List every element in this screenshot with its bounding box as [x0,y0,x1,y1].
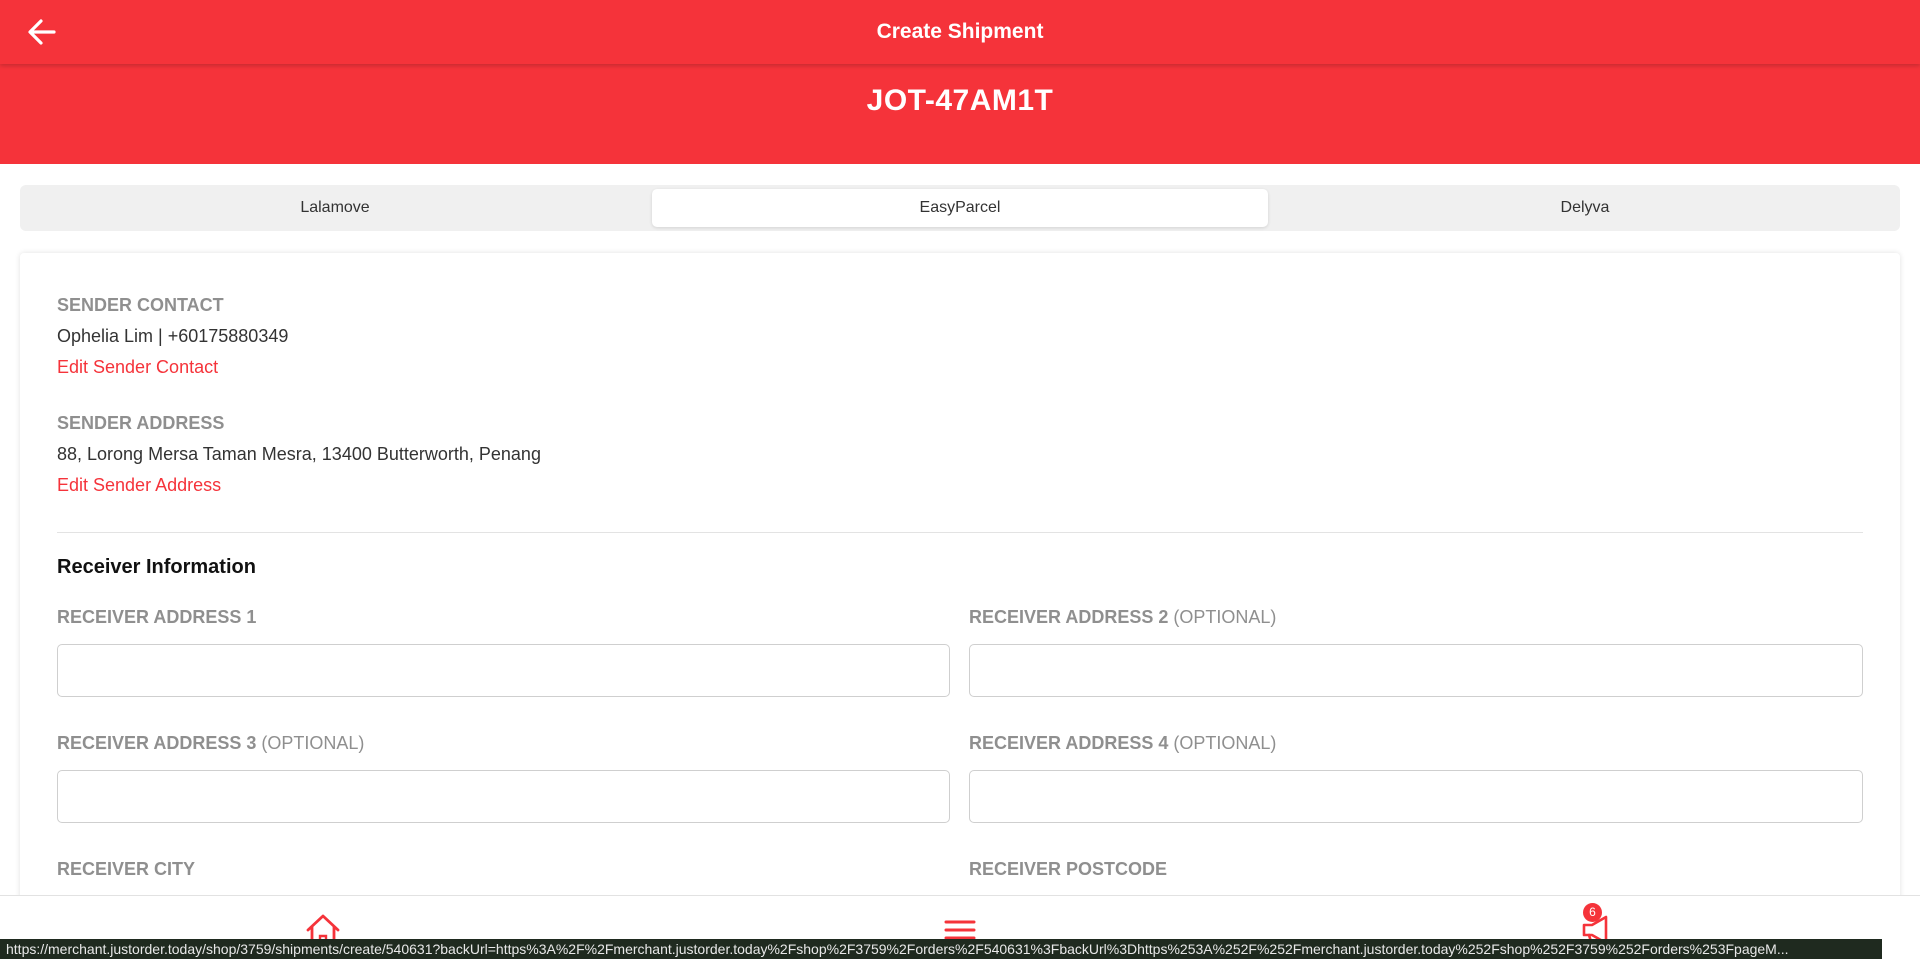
order-banner: JOT-47AM1T [0,64,1920,164]
sender-contact-label: SENDER CONTACT [57,295,224,315]
shipment-form-card: SENDER CONTACT Ophelia Lim | +6017588034… [20,253,1900,959]
receiver-address-1-input[interactable] [57,644,950,697]
receiver-address-3-label: RECEIVER ADDRESS 3 (OPTIONAL) [57,733,364,754]
receiver-address-3-input[interactable] [57,770,950,823]
receiver-address-2-label: RECEIVER ADDRESS 2 (OPTIONAL) [969,607,1276,628]
receiver-section-title: Receiver Information [57,556,256,578]
receiver-address-3-label-text: RECEIVER ADDRESS 3 [57,733,257,753]
edit-sender-contact-link[interactable]: Edit Sender Contact [57,357,218,378]
receiver-address-2-label-text: RECEIVER ADDRESS 2 [969,607,1169,627]
sender-address-label: SENDER ADDRESS [57,413,225,433]
sender-contact-value: Ophelia Lim | +60175880349 [57,326,289,346]
browser-status-url: https://merchant.justorder.today/shop/37… [0,939,1882,959]
sender-address-value: 88, Lorong Mersa Taman Mesra, 13400 Butt… [57,444,541,464]
receiver-address-4-input[interactable] [969,770,1863,823]
receiver-address-4-label-text: RECEIVER ADDRESS 4 [969,733,1169,753]
divider [57,532,1863,533]
tab-easyparcel[interactable]: EasyParcel [652,189,1268,227]
receiver-address-2-input[interactable] [969,644,1863,697]
receiver-address-4-label: RECEIVER ADDRESS 4 (OPTIONAL) [969,733,1276,754]
receiver-address-1-label: RECEIVER ADDRESS 1 [57,607,256,628]
notification-badge: 6 [1583,903,1602,922]
edit-sender-address-link[interactable]: Edit Sender Address [57,475,221,496]
tab-delyva[interactable]: Delyva [1274,189,1896,227]
receiver-postcode-label: RECEIVER POSTCODE [969,859,1168,879]
tab-lalamove[interactable]: Lalamove [24,189,646,227]
page-title: Create Shipment [876,20,1044,43]
receiver-city-label: RECEIVER CITY [57,859,196,879]
optional-tag: (OPTIONAL) [1173,607,1277,627]
receiver-address-1-label-text: RECEIVER ADDRESS 1 [57,607,257,627]
app-header: Create Shipment [0,0,1920,64]
optional-tag: (OPTIONAL) [1173,733,1277,753]
order-code: JOT-47AM1T [866,84,1054,117]
courier-tabs: Lalamove EasyParcel Delyva [20,185,1900,231]
optional-tag: (OPTIONAL) [261,733,365,753]
